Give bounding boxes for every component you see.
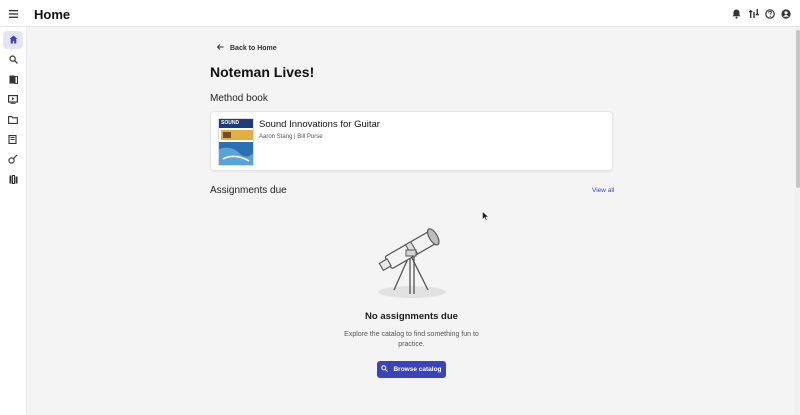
sidebar-item-library[interactable] [3, 171, 23, 189]
arrow-left-icon [216, 44, 230, 52]
sidebar-item-books[interactable] [3, 71, 23, 89]
top-bar: Home [0, 0, 800, 27]
sidebar-item-search[interactable] [3, 51, 23, 69]
browse-catalog-label: Browse catalog [393, 366, 442, 373]
search-icon [381, 365, 393, 374]
search-icon [8, 51, 18, 69]
help-icon[interactable] [764, 8, 775, 19]
account-icon[interactable] [780, 8, 791, 19]
empty-state-text: Explore the catalog to find something fu… [344, 331, 479, 348]
book-authors: Aaron Stang | Bill Purse [259, 134, 323, 140]
guitar-icon [8, 151, 18, 169]
sidebar [0, 27, 27, 415]
back-label: Back to Home [230, 44, 277, 52]
view-all-link[interactable]: View all [592, 187, 614, 194]
sidebar-item-instruments[interactable] [3, 151, 23, 169]
book-cover-image: SOUND [218, 118, 254, 166]
empty-state-title: No assignments due [365, 311, 458, 322]
assignments-heading: Assignments due [210, 185, 287, 196]
browse-catalog-button[interactable]: Browse catalog [377, 361, 446, 378]
telescope-illustration [372, 210, 452, 302]
mouse-cursor-icon [482, 208, 490, 226]
home-icon [9, 31, 18, 49]
book-cover-label: SOUND [221, 120, 240, 126]
folder-icon [8, 111, 18, 129]
tuner-icon[interactable] [748, 8, 759, 19]
app-title: Home [34, 7, 71, 22]
sidebar-item-method-books[interactable] [3, 131, 23, 149]
sidebar-item-videos[interactable] [3, 91, 23, 109]
method-book-heading: Method book [210, 93, 268, 104]
back-to-home-link[interactable]: Back to Home [216, 44, 277, 52]
page-title: Noteman Lives! [210, 64, 315, 80]
book-icon [9, 71, 18, 89]
bell-icon[interactable] [731, 8, 742, 19]
library-icon [9, 171, 18, 189]
method-book-card[interactable]: SOUND Sound Innovations for Guitar Aaron… [210, 111, 613, 171]
menu-icon[interactable] [7, 8, 19, 20]
sidebar-item-folders[interactable] [3, 111, 23, 129]
scrollbar-thumb[interactable] [796, 30, 800, 188]
book-title: Sound Innovations for Guitar [259, 119, 380, 130]
sidebar-item-home[interactable] [3, 31, 23, 49]
method-book-icon [8, 131, 18, 149]
video-icon [8, 91, 19, 109]
